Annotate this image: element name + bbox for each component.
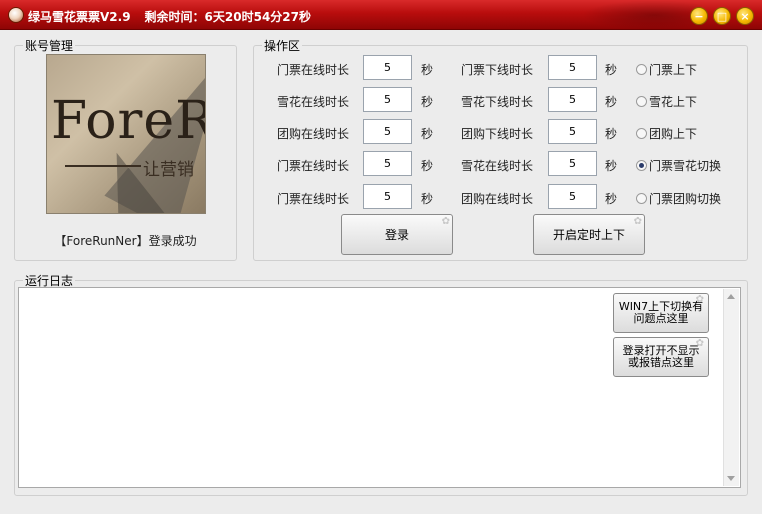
logo-rule — [65, 165, 141, 167]
login-error-help-button[interactable]: 登录打开不显示 或报错点这里 ✿ — [613, 337, 709, 377]
logo-subtext: 让营销 — [143, 160, 194, 180]
row5-left-duration-input[interactable] — [363, 184, 412, 209]
start-timer-button-label: 开启定时上下 — [552, 228, 625, 242]
app-name: 绿马雪花票票V2.9 — [28, 10, 131, 24]
row3-left-label: 团购在线时长 — [277, 127, 350, 141]
minimize-button[interactable]: − — [690, 7, 708, 25]
radio-dot[interactable] — [636, 128, 647, 139]
radio-label: 雪花上下 — [649, 95, 698, 109]
row2-left-duration-input[interactable] — [363, 87, 412, 112]
row1-right-unit: 秒 — [605, 63, 618, 77]
radio-dot[interactable] — [636, 64, 647, 75]
row4-left-label: 门票在线时长 — [277, 159, 350, 173]
radio-label: 门票团购切换 — [649, 192, 722, 206]
row5-right-unit: 秒 — [605, 192, 618, 206]
app-icon[interactable] — [8, 7, 24, 23]
remaining-time: 剩余时间：6天20时54分27秒 — [144, 10, 311, 24]
login-button-label: 登录 — [384, 228, 409, 242]
forerunner-logo: ForeR 让营销 — [46, 54, 206, 214]
radio-dot[interactable] — [636, 193, 647, 204]
maximize-icon: □ — [716, 9, 728, 23]
row2-right-label: 雪花下线时长 — [461, 95, 534, 109]
win7-issue-line2: 问题点这里 — [633, 312, 689, 325]
row5-right-label: 团购在线时长 — [461, 192, 534, 206]
row3-right-unit: 秒 — [605, 127, 618, 141]
row3-left-unit: 秒 — [421, 127, 434, 141]
login-status: 【ForeRunNer】登录成功 — [54, 234, 197, 248]
button-corner-ornament: ✿ — [441, 216, 450, 227]
row1-left-unit: 秒 — [421, 63, 434, 77]
title-bar-ornament — [582, 0, 702, 30]
radio-dot[interactable] — [636, 96, 647, 107]
radio-ticket-groupbuy-switch[interactable]: 门票团购切换 — [636, 190, 721, 207]
row5-left-unit: 秒 — [421, 192, 434, 206]
row2-right-unit: 秒 — [605, 95, 618, 109]
row4-left-duration-input[interactable] — [363, 151, 412, 176]
main-window: 绿马雪花票票V2.9 剩余时间：6天20时54分27秒 − □ × 账号管理 Fo… — [0, 0, 762, 514]
row4-right-label: 雪花在线时长 — [461, 159, 534, 173]
log-scrollbar[interactable] — [723, 289, 739, 486]
scroll-up-arrow-icon[interactable] — [727, 294, 735, 299]
row4-right-unit: 秒 — [605, 159, 618, 173]
radio-groupbuy-onoff[interactable]: 团购上下 — [636, 125, 697, 142]
row1-left-label: 门票在线时长 — [277, 63, 350, 77]
close-button[interactable]: × — [736, 7, 754, 25]
logo-text: ForeR — [51, 91, 206, 151]
minimize-icon: − — [694, 9, 704, 23]
radio-label: 团购上下 — [649, 127, 698, 141]
login-error-help-button-text: 登录打开不显示 或报错点这里 — [621, 345, 702, 368]
row3-right-label: 团购下线时长 — [461, 127, 534, 141]
win7-issue-button[interactable]: WIN7上下切换有 问题点这里 ✿ — [613, 293, 709, 333]
row1-right-duration-input[interactable] — [548, 55, 597, 80]
win7-issue-button-text: WIN7上下切换有 问题点这里 — [617, 301, 705, 324]
window-title: 绿马雪花票票V2.9 剩余时间：6天20时54分27秒 — [28, 8, 311, 25]
button-corner-ornament: ✿ — [633, 216, 642, 227]
radio-label: 门票上下 — [649, 63, 698, 77]
row1-left-duration-input[interactable] — [363, 55, 412, 80]
close-icon: × — [740, 9, 750, 23]
row4-left-unit: 秒 — [421, 159, 434, 173]
login-error-line2: 或报错点这里 — [628, 356, 694, 369]
scroll-down-arrow-icon[interactable] — [727, 476, 735, 481]
row3-right-duration-input[interactable] — [548, 119, 597, 144]
row5-right-duration-input[interactable] — [548, 184, 597, 209]
radio-ticket-snow-switch[interactable]: 门票雪花切换 — [636, 157, 721, 174]
start-timer-button[interactable]: 开启定时上下 ✿ — [533, 214, 645, 255]
operations-group-title: 操作区 — [264, 39, 301, 53]
radio-dot-selected[interactable] — [636, 160, 647, 171]
radio-label: 门票雪花切换 — [649, 159, 722, 173]
row5-left-label: 门票在线时长 — [277, 192, 350, 206]
radio-snow-onoff[interactable]: 雪花上下 — [636, 93, 697, 110]
row2-right-duration-input[interactable] — [548, 87, 597, 112]
row1-right-label: 门票下线时长 — [461, 63, 534, 77]
login-button[interactable]: 登录 ✿ — [341, 214, 453, 255]
maximize-button[interactable]: □ — [713, 7, 731, 25]
button-corner-ornament: ✿ — [695, 338, 704, 349]
button-corner-ornament: ✿ — [695, 294, 704, 305]
row2-left-label: 雪花在线时长 — [277, 95, 350, 109]
radio-ticket-onoff[interactable]: 门票上下 — [636, 61, 697, 78]
row3-left-duration-input[interactable] — [363, 119, 412, 144]
account-group-title: 账号管理 — [25, 39, 74, 53]
title-bar[interactable]: 绿马雪花票票V2.9 剩余时间：6天20时54分27秒 − □ × — [0, 0, 762, 30]
row2-left-unit: 秒 — [421, 95, 434, 109]
row4-right-duration-input[interactable] — [548, 151, 597, 176]
